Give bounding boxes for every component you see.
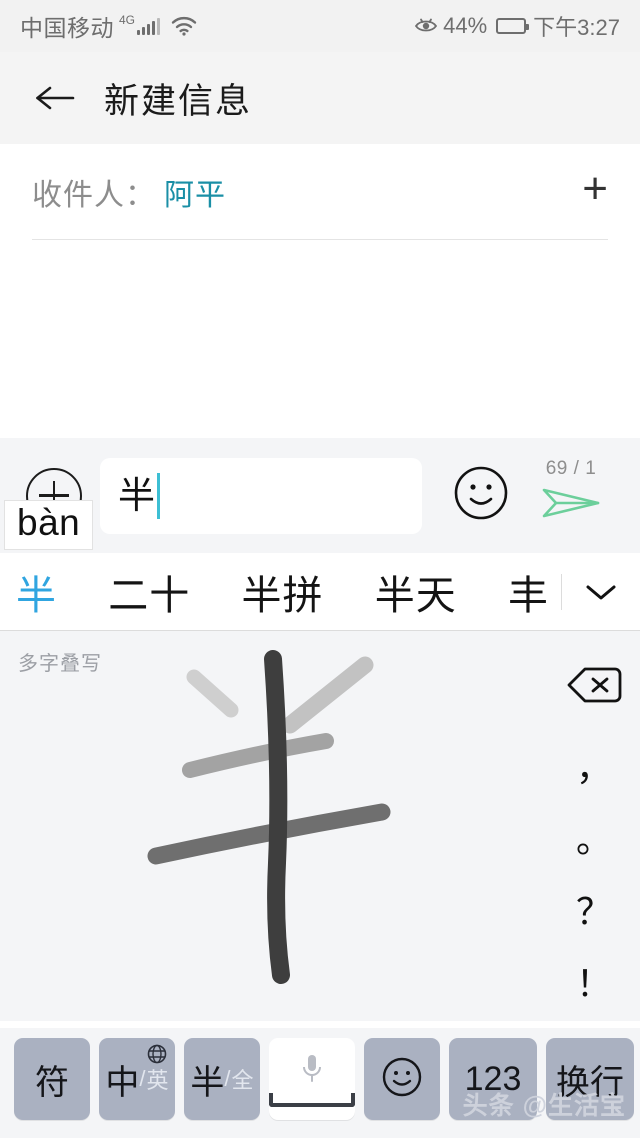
- symbol-key-label: 符: [35, 1063, 69, 1102]
- handwriting-panel[interactable]: 多字叠写 ， 。 ？ ！: [0, 631, 640, 1021]
- candidate-item-3[interactable]: 半天: [365, 563, 467, 621]
- key-comma[interactable]: ，: [548, 729, 640, 801]
- battery-percent: 44%: [443, 13, 488, 38]
- key-exclamation[interactable]: ！: [548, 945, 640, 1017]
- character-counter: 69 / 1: [545, 458, 597, 479]
- phone-screen: 中国移动 4G 44% 下午3:27 新建信息 收件人： 阿平 + bàn 半 …: [0, 0, 640, 1138]
- pinyin-tooltip: bàn: [4, 500, 94, 550]
- network-type-label: 4G: [119, 13, 136, 27]
- language-key-slash: /: [139, 1066, 146, 1091]
- app-bar: 新建信息: [0, 52, 640, 144]
- handwriting-side-keys: ， 。 ？ ！: [548, 631, 640, 1021]
- recipient-value[interactable]: 阿平: [164, 170, 226, 214]
- key-question[interactable]: ？: [548, 873, 640, 945]
- message-body-area[interactable]: [0, 240, 640, 438]
- language-key-main: 中: [105, 1063, 140, 1102]
- microphone-icon[interactable]: [299, 1052, 325, 1091]
- message-input-field[interactable]: 半: [100, 457, 422, 534]
- text-caret: [157, 472, 160, 519]
- globe-icon: [146, 1043, 168, 1070]
- battery-icon: [496, 18, 530, 34]
- backspace-icon[interactable]: [548, 649, 640, 721]
- recipient-section: 收件人： 阿平 +: [0, 144, 640, 240]
- recipient-row[interactable]: 收件人： 阿平 +: [32, 144, 608, 240]
- signal-icon: [137, 17, 161, 35]
- candidate-item-4[interactable]: 丰: [498, 563, 559, 621]
- back-button[interactable]: [32, 75, 78, 121]
- message-input-row: bàn 半 69 / 1: [0, 438, 640, 553]
- watermark: 头条 @生活宝: [462, 1092, 626, 1120]
- space-key[interactable]: [269, 1038, 355, 1120]
- status-bar-right: 44% 下午3:27: [414, 10, 620, 42]
- candidate-item-1[interactable]: 二十: [98, 563, 200, 621]
- message-input-text: 半: [118, 475, 155, 516]
- candidate-item-2[interactable]: 半拼: [232, 563, 334, 621]
- candidate-divider: [561, 573, 562, 610]
- smiley-icon: [380, 1055, 424, 1104]
- candidate-bar: 半 二十 半拼 半天 丰: [0, 553, 640, 631]
- page-title: 新建信息: [104, 81, 253, 121]
- chevron-down-icon[interactable]: [568, 579, 634, 605]
- eye-comfort-icon: [414, 17, 438, 35]
- symbol-key[interactable]: 符: [14, 1038, 90, 1120]
- candidate-item-0[interactable]: 半: [6, 563, 67, 621]
- status-bar-left: 中国移动 4G: [20, 9, 197, 43]
- key-period[interactable]: 。: [548, 801, 640, 873]
- emoji-key[interactable]: [364, 1038, 440, 1120]
- status-bar: 中国移动 4G 44% 下午3:27: [0, 0, 640, 52]
- space-bar-glyph: [269, 1092, 355, 1107]
- handwriting-strokes: [147, 650, 391, 984]
- width-key-main: 半: [190, 1063, 225, 1102]
- language-toggle-key[interactable]: 中 / 英: [99, 1038, 175, 1120]
- carrier-name: 中国移动: [20, 15, 114, 41]
- width-key-sub: 全: [231, 1068, 254, 1093]
- recipient-label: 收件人：: [32, 178, 156, 212]
- send-section: 69 / 1: [516, 458, 626, 533]
- width-toggle-key[interactable]: 半 / 全: [184, 1038, 260, 1120]
- send-button[interactable]: [540, 478, 602, 533]
- status-clock: 下午3:27: [533, 15, 620, 40]
- emoji-button[interactable]: [452, 464, 510, 527]
- wifi-icon: [171, 16, 197, 36]
- add-recipient-button[interactable]: +: [582, 166, 608, 217]
- width-key-slash: /: [224, 1066, 231, 1091]
